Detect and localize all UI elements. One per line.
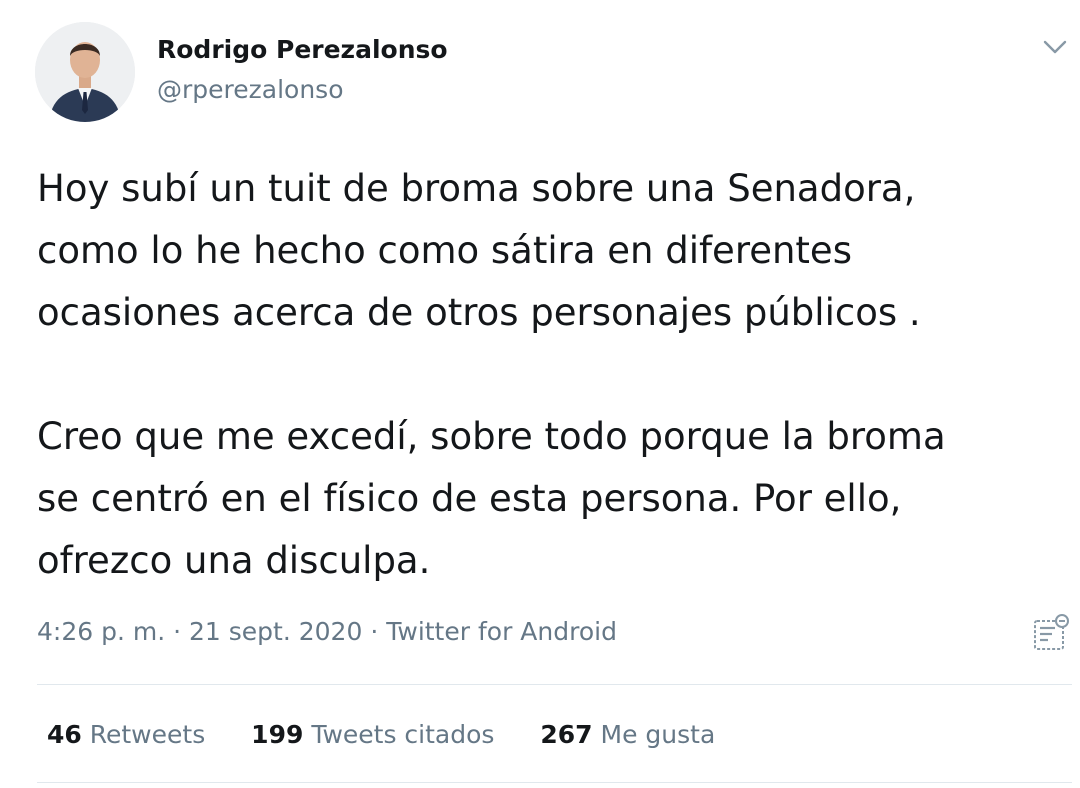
- likes-stat[interactable]: 267 Me gusta: [540, 716, 715, 754]
- tweet-text: Hoy subí un tuit de broma sobre una Sena…: [37, 167, 946, 582]
- user-handle[interactable]: @rperezalonso: [157, 73, 344, 107]
- tweet-meta: 4:26 p. m. · 21 sept. 2020 · Twitter for…: [37, 614, 617, 650]
- tweet-source[interactable]: Twitter for Android: [386, 617, 617, 646]
- tweet-stats: 46 Retweets 199 Tweets citados 267 Me gu…: [47, 716, 753, 754]
- quotes-stat[interactable]: 199 Tweets citados: [251, 716, 494, 754]
- tweet-time[interactable]: 4:26 p. m.: [37, 617, 165, 646]
- retweets-stat[interactable]: 46 Retweets: [47, 716, 205, 754]
- analytics-icon[interactable]: [1030, 612, 1072, 654]
- quotes-label: Tweets citados: [311, 720, 495, 749]
- meta-separator: ·: [173, 617, 182, 646]
- display-name[interactable]: Rodrigo Perezalonso: [157, 33, 448, 67]
- retweets-label: Retweets: [89, 720, 206, 749]
- profile-photo-icon: [35, 22, 135, 122]
- avatar[interactable]: [35, 22, 135, 122]
- retweets-count: 46: [47, 720, 82, 749]
- meta-separator: ·: [370, 617, 379, 646]
- likes-count: 267: [540, 720, 593, 749]
- divider: [37, 684, 1072, 685]
- tweet-card: Rodrigo Perezalonso @rperezalonso Hoy su…: [0, 0, 1080, 788]
- divider: [37, 782, 1072, 783]
- likes-label: Me gusta: [600, 720, 716, 749]
- chevron-down-icon[interactable]: [1040, 34, 1070, 60]
- tweet-date[interactable]: 21 sept. 2020: [189, 617, 362, 646]
- quotes-count: 199: [251, 720, 304, 749]
